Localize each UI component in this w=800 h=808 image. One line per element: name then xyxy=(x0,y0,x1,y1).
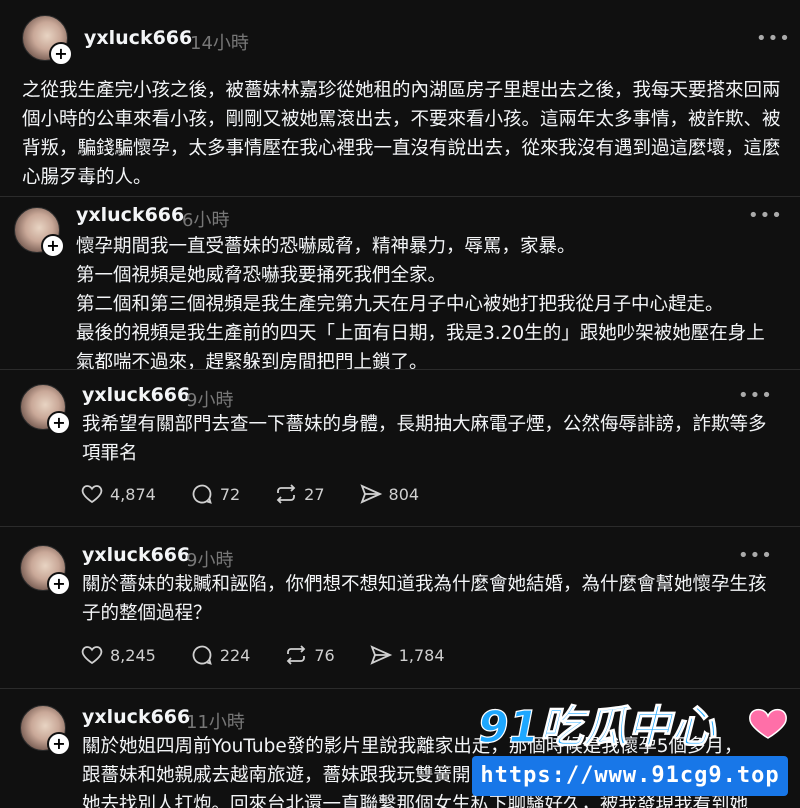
reply-button[interactable]: 72 xyxy=(190,482,240,506)
username[interactable]: yxluck666 xyxy=(76,204,184,226)
plus-icon[interactable]: + xyxy=(41,234,65,258)
timestamp: 9小時 xyxy=(186,550,234,571)
username[interactable]: yxluck666 xyxy=(82,384,190,406)
username[interactable]: yxluck666 xyxy=(82,544,190,566)
plus-icon[interactable]: + xyxy=(47,572,71,596)
more-icon[interactable]: ••• xyxy=(738,385,773,406)
repost-icon xyxy=(276,484,296,504)
timestamp: 14小時 xyxy=(190,33,249,54)
share-button[interactable]: 804 xyxy=(359,482,420,506)
repost-count: 76 xyxy=(314,645,335,665)
avatar[interactable]: + xyxy=(20,545,71,596)
like-count: 8,245 xyxy=(110,645,156,665)
repost-count: 27 xyxy=(304,484,325,504)
post-4: + yxluck666 9小時 ••• 關於薔妹的栽贓和誣陷，你們想不想知道我為… xyxy=(0,527,800,687)
share-button[interactable]: 1,784 xyxy=(369,643,445,667)
watermark-logo: 91吃瓜中心 xyxy=(477,701,787,754)
post-3: + yxluck666 9小時 ••• 我希望有關部門去查一下薔妹的身體，長期抽… xyxy=(0,370,800,526)
heart-icon xyxy=(749,708,787,739)
post-text: 關於薔妹的栽贓和誣陷，你們想不想知道我為什麼會她結婚，為什麼會幫她懷孕生孩子的整… xyxy=(82,574,767,624)
reply-button[interactable]: 224 xyxy=(190,643,251,667)
comment-icon xyxy=(192,484,212,504)
share-count: 1,784 xyxy=(398,645,445,665)
plus-icon[interactable]: + xyxy=(49,42,73,66)
post-1: + yxluck666 14小時 ••• 之從我生產完小孩之後，被薔妹林嘉珍從她… xyxy=(0,0,800,196)
plus-icon[interactable]: + xyxy=(47,732,71,756)
like-count: 4,874 xyxy=(110,484,156,504)
heart-icon xyxy=(81,485,103,504)
like-button[interactable]: 8,245 xyxy=(80,643,156,667)
repost-icon xyxy=(287,645,306,665)
share-icon xyxy=(370,645,392,665)
timestamp: 6小時 xyxy=(182,210,230,231)
avatar[interactable]: + xyxy=(20,705,71,756)
reply-count: 224 xyxy=(219,645,251,665)
share-icon xyxy=(359,484,382,504)
avatar[interactable]: + xyxy=(14,207,65,258)
repost-button[interactable]: 76 xyxy=(284,643,335,667)
watermark-url: https://www.91cg9.top xyxy=(472,756,788,796)
post-actions: 8,245 224 76 1,784 xyxy=(80,643,479,667)
watermark-logo-text: 91吃瓜中心 xyxy=(478,702,717,753)
comment-icon xyxy=(192,645,212,665)
post-text: 我希望有關部門去查一下薔妹的身體，長期抽大麻電子煙，公然侮辱誹謗，詐欺等多項罪名 xyxy=(82,414,767,464)
timestamp: 11小時 xyxy=(186,712,245,733)
post-text: 之從我生產完小孩之後，被薔妹林嘉珍從她租的內湖區房子里趕出去之後，我每天要搭來回… xyxy=(22,80,781,188)
more-icon[interactable]: ••• xyxy=(756,28,791,49)
heart-icon xyxy=(81,646,103,665)
timestamp: 9小時 xyxy=(186,390,234,411)
username[interactable]: yxluck666 xyxy=(82,706,190,728)
reply-count: 72 xyxy=(219,484,241,504)
avatar[interactable]: + xyxy=(22,15,73,66)
repost-button[interactable]: 27 xyxy=(274,482,325,506)
post-2: + yxluck666 6小時 ••• 懷孕期間我一直受薔妹的恐嚇威脅，精神暴力… xyxy=(0,197,800,373)
post-text: 懷孕期間我一直受薔妹的恐嚇威脅，精神暴力，辱罵，家暴。 第一個視頻是她威脅恐嚇我… xyxy=(76,236,765,373)
plus-icon[interactable]: + xyxy=(47,411,71,435)
avatar[interactable]: + xyxy=(20,384,71,435)
username[interactable]: yxluck666 xyxy=(84,27,192,49)
post-actions: 4,874 72 27 804 xyxy=(80,482,453,506)
like-button[interactable]: 4,874 xyxy=(80,482,156,506)
more-icon[interactable]: ••• xyxy=(748,205,783,226)
more-icon[interactable]: ••• xyxy=(738,545,773,566)
share-count: 804 xyxy=(388,484,420,504)
